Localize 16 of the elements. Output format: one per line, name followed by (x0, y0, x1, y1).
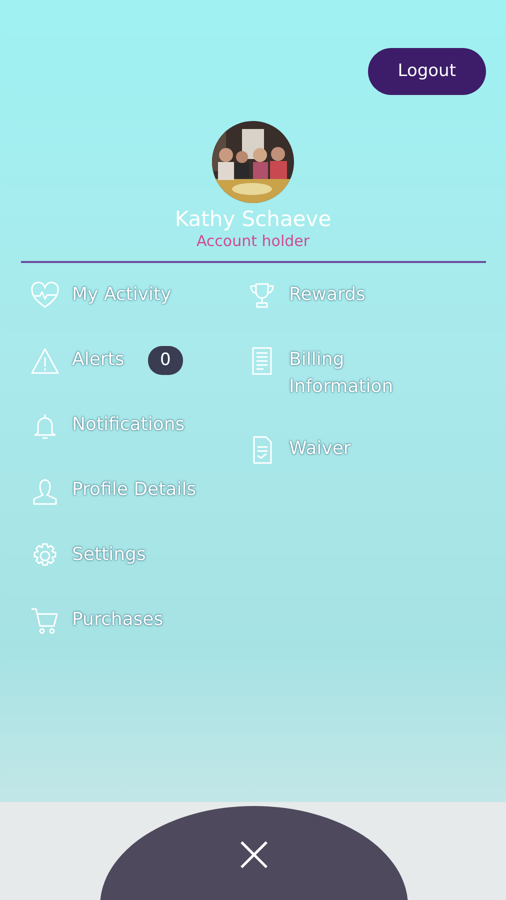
menu-item[interactable]: Settings (72, 540, 222, 568)
menu-item[interactable]: Notifications (72, 410, 222, 438)
cart-icon (30, 606, 60, 636)
account-role: Account holder (196, 232, 310, 252)
menu-item[interactable]: Profile Details (72, 476, 222, 503)
warning-icon (30, 346, 60, 376)
menu-item[interactable]: My Activity (72, 280, 222, 308)
profile-name: Kathy Schaeve (174, 207, 332, 232)
logout-button[interactable]: Logout (368, 48, 486, 95)
close-button[interactable]: × (100, 806, 408, 900)
menu-item[interactable]: Waiver (289, 434, 419, 462)
menu-item[interactable]: Rewards (289, 280, 419, 308)
menu-item[interactable]: Billing Information (289, 346, 419, 400)
menu-item[interactable]: Purchases (72, 606, 222, 633)
count-badge: 0 (148, 346, 183, 375)
menu-item[interactable]: Alerts (72, 346, 148, 373)
